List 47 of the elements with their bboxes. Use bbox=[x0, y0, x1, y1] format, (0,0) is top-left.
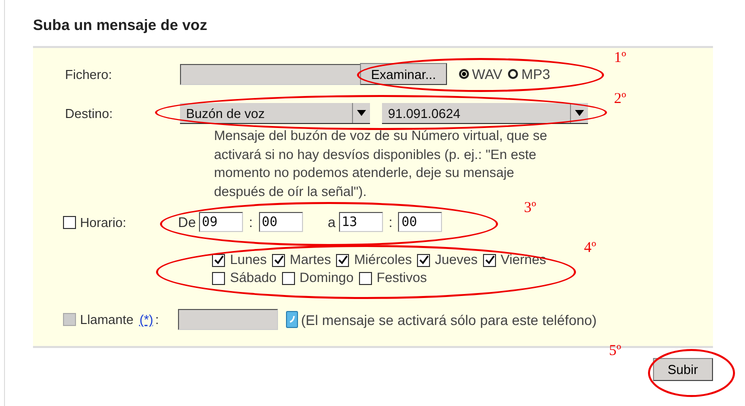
day-label: Jueves bbox=[434, 251, 478, 269]
type-dropdown[interactable]: Buzón de voz bbox=[180, 103, 370, 124]
day-checkbox[interactable] bbox=[358, 272, 372, 284]
day-checkbox[interactable] bbox=[482, 254, 496, 266]
annotation-number: 4º bbox=[584, 240, 596, 257]
caller-note: (El mensaje se activará sólo para este teléfono) bbox=[301, 312, 597, 328]
annotation-number: 3º bbox=[524, 200, 536, 217]
day-checkbox[interactable] bbox=[282, 272, 295, 284]
day-checkbox[interactable] bbox=[336, 254, 350, 266]
format-radio[interactable]: MP3 bbox=[508, 66, 550, 82]
field-label: Llamante bbox=[80, 312, 134, 327]
format-radio[interactable]: WAV bbox=[459, 66, 502, 82]
day-label: Sábado bbox=[230, 269, 277, 287]
annotation-number: 5º bbox=[609, 343, 622, 360]
caller-phone-field[interactable] bbox=[178, 309, 278, 330]
day-checkbox[interactable] bbox=[272, 254, 285, 266]
number-dropdown[interactable]: 91.091.0624 bbox=[382, 103, 588, 124]
from-label: De bbox=[178, 214, 196, 230]
hour-field[interactable]: 09 bbox=[198, 212, 243, 232]
day-checkbox[interactable] bbox=[416, 254, 430, 266]
field-label: Fichero: bbox=[65, 66, 113, 82]
annotation-number: 1º bbox=[614, 50, 626, 67]
time-separator: : bbox=[248, 214, 253, 230]
field-label: Horario: bbox=[80, 214, 126, 230]
minute-field[interactable]: 00 bbox=[258, 212, 303, 232]
browse-button[interactable]: Examinar... bbox=[360, 63, 448, 85]
day-label: Festivos bbox=[376, 269, 427, 287]
field-label: Destino: bbox=[65, 106, 114, 121]
description-text: Mensaje del buzón de voz de su Número virtual, que se activará si no hay desvíos disponibles (p. ej.: "En este momento no podemos atenderle, deje su mensaje después de oír la señal"). bbox=[214, 127, 548, 201]
to-label: a bbox=[328, 214, 336, 230]
address-book-icon[interactable] bbox=[286, 311, 298, 328]
day-checkbox[interactable] bbox=[212, 254, 225, 266]
schedule-checkbox[interactable] bbox=[63, 216, 76, 228]
day-label: Domingo bbox=[300, 269, 354, 287]
hour-field[interactable]: 13 bbox=[338, 212, 383, 232]
minute-field[interactable]: 00 bbox=[398, 212, 442, 232]
day-label: Viernes bbox=[500, 251, 546, 269]
day-label: Miércoles bbox=[354, 251, 412, 269]
annotation-number: 2º bbox=[614, 91, 626, 108]
file-path-field[interactable] bbox=[180, 64, 360, 84]
time-separator: : bbox=[388, 214, 392, 230]
submit-button[interactable]: Subir bbox=[652, 358, 713, 381]
day-label: Martes bbox=[290, 251, 332, 269]
day-checkbox[interactable] bbox=[212, 272, 225, 284]
day-label: Lunes bbox=[230, 251, 267, 269]
colon-text: : bbox=[155, 312, 159, 327]
section-title: Suba un mensaje de voz bbox=[33, 17, 208, 36]
